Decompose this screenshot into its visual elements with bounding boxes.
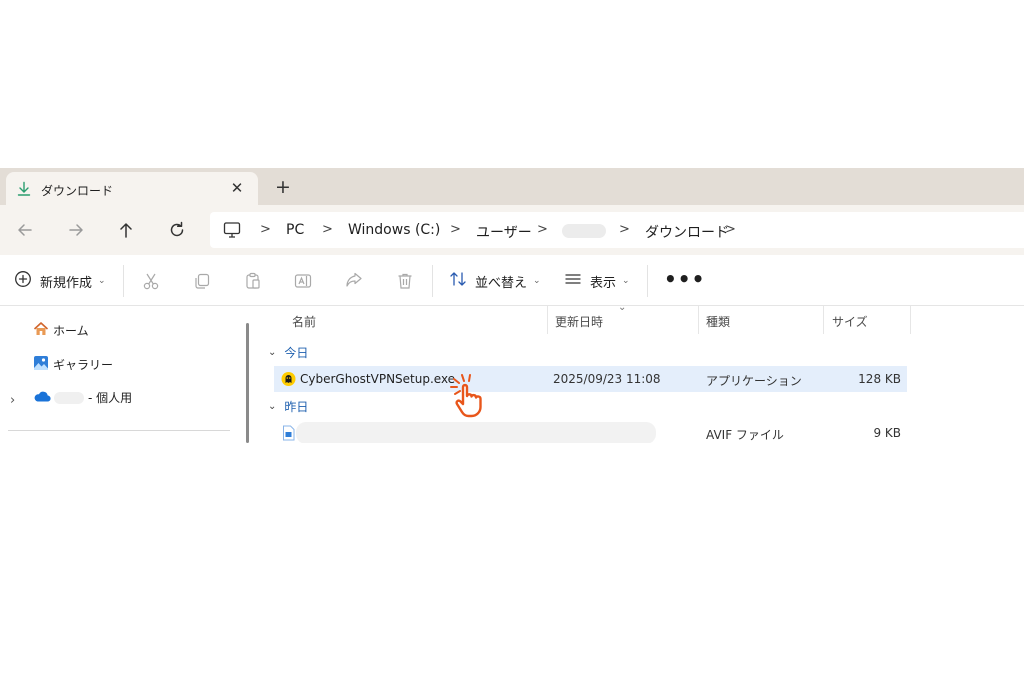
hand-pointer-icon bbox=[448, 373, 498, 419]
new-button-label: 新規作成 bbox=[40, 275, 93, 291]
chevron-down-icon: ⌄ bbox=[268, 401, 277, 412]
breadcrumb-pc[interactable]: PC bbox=[286, 222, 304, 238]
cut-icon[interactable] bbox=[141, 270, 161, 292]
chevron-down-icon: ⌄ bbox=[533, 276, 541, 286]
more-options-icon[interactable]: ••• bbox=[664, 269, 705, 289]
column-divider[interactable] bbox=[547, 306, 548, 334]
breadcrumb-separator: > bbox=[260, 222, 271, 237]
toolbar-divider bbox=[647, 265, 648, 297]
sidebar-item-label: ギャラリー bbox=[53, 358, 114, 372]
column-divider[interactable] bbox=[823, 306, 824, 334]
up-arrow-icon[interactable] bbox=[115, 219, 137, 241]
column-divider[interactable] bbox=[910, 306, 911, 334]
forward-arrow-icon[interactable] bbox=[65, 219, 87, 241]
home-icon bbox=[33, 321, 49, 340]
back-arrow-icon[interactable] bbox=[14, 219, 36, 241]
breadcrumb-drive[interactable]: Windows (C:) bbox=[348, 222, 440, 238]
paste-icon[interactable] bbox=[243, 270, 263, 292]
file-size: 9 KB bbox=[873, 426, 901, 440]
new-button[interactable]: 新規作成 ⌄ bbox=[14, 270, 106, 292]
view-button[interactable]: 表示 ⌄ bbox=[564, 270, 630, 292]
add-circle-icon bbox=[14, 270, 32, 292]
group-label: 今日 bbox=[284, 346, 309, 360]
new-tab-button[interactable]: + bbox=[272, 176, 294, 198]
breadcrumb-users[interactable]: ユーザー bbox=[476, 222, 532, 242]
sidebar-item-label: - 個人用 bbox=[88, 391, 133, 405]
breadcrumb-separator: > bbox=[322, 222, 333, 237]
file-explorer-window: ダウンロード ✕ + > PC > Windows (C:) > ユーザー > … bbox=[0, 168, 1024, 443]
column-header-size[interactable]: サイズ bbox=[832, 313, 868, 330]
gallery-icon bbox=[33, 355, 49, 374]
file-row[interactable]: CyberGhostVPNSetup.exe 2025/09/23 11:08 … bbox=[274, 366, 907, 392]
redacted-account-name bbox=[54, 391, 84, 404]
address-bar[interactable]: > PC > Windows (C:) > ユーザー > > ダウンロード > bbox=[210, 212, 1024, 248]
download-icon bbox=[16, 181, 32, 197]
navigation-pane: ホーム ギャラリー › - 個人用 bbox=[0, 307, 240, 443]
breadcrumb-downloads[interactable]: ダウンロード bbox=[645, 222, 729, 242]
sidebar-item-home[interactable]: ホーム bbox=[33, 321, 89, 340]
copy-icon[interactable] bbox=[192, 270, 212, 292]
sort-button-label: 並べ替え bbox=[475, 275, 528, 291]
pane-divider bbox=[8, 430, 230, 431]
view-button-label: 表示 bbox=[590, 275, 617, 291]
redacted-username[interactable] bbox=[562, 224, 606, 238]
image-file-icon bbox=[281, 425, 296, 441]
navigation-bar: > PC > Windows (C:) > ユーザー > > ダウンロード > bbox=[0, 205, 1024, 255]
column-header-type[interactable]: 種類 bbox=[706, 313, 730, 330]
sort-button[interactable]: 並べ替え ⌄ bbox=[449, 270, 541, 292]
file-type: アプリケーション bbox=[706, 374, 802, 388]
share-icon[interactable] bbox=[344, 270, 364, 292]
tab-downloads[interactable]: ダウンロード ✕ bbox=[6, 172, 258, 207]
redacted-file-name bbox=[296, 422, 656, 443]
file-name: CyberGhostVPNSetup.exe bbox=[300, 372, 456, 386]
chevron-down-icon: ⌄ bbox=[622, 276, 630, 286]
cyberghost-app-icon bbox=[281, 371, 296, 387]
rename-icon[interactable] bbox=[293, 270, 313, 292]
sidebar-scrollbar[interactable] bbox=[246, 323, 249, 443]
sort-arrows-icon bbox=[449, 270, 467, 292]
group-header-today[interactable]: ⌄ 今日 bbox=[268, 344, 308, 361]
delete-trash-icon[interactable] bbox=[395, 270, 415, 292]
refresh-icon[interactable] bbox=[166, 219, 188, 241]
group-label: 昨日 bbox=[284, 400, 309, 414]
sidebar-item-gallery[interactable]: ギャラリー bbox=[33, 355, 113, 374]
chevron-down-icon: ⌄ bbox=[98, 276, 106, 286]
file-modified: 2025/09/23 11:08 bbox=[553, 372, 661, 386]
pc-monitor-icon bbox=[222, 220, 244, 242]
column-divider[interactable] bbox=[698, 306, 699, 334]
onedrive-cloud-icon bbox=[33, 389, 51, 406]
sort-indicator-icon: ⌄ bbox=[618, 302, 627, 313]
file-size: 128 KB bbox=[858, 372, 901, 386]
breadcrumb-separator: > bbox=[450, 222, 461, 237]
breadcrumb-separator: > bbox=[619, 222, 630, 237]
column-header-modified[interactable]: 更新日時 bbox=[555, 313, 603, 330]
tab-strip: ダウンロード ✕ + bbox=[0, 168, 1024, 207]
toolbar-divider bbox=[432, 265, 433, 297]
breadcrumb-separator: > bbox=[537, 222, 548, 237]
close-tab-icon[interactable]: ✕ bbox=[228, 179, 246, 197]
chevron-right-icon[interactable]: › bbox=[10, 393, 15, 408]
group-header-yesterday[interactable]: ⌄ 昨日 bbox=[268, 398, 308, 415]
command-bar: 新規作成 ⌄ 並べ替え ⌄ 表示 ⌄ ••• bbox=[0, 256, 1024, 306]
breadcrumb-separator[interactable]: > bbox=[725, 222, 736, 237]
view-lines-icon bbox=[564, 270, 582, 292]
column-header-name[interactable]: 名前 bbox=[292, 313, 316, 330]
toolbar-divider bbox=[123, 265, 124, 297]
tab-title: ダウンロード bbox=[41, 184, 114, 198]
file-type: AVIF ファイル bbox=[706, 428, 784, 442]
sidebar-item-label: ホーム bbox=[53, 324, 89, 338]
chevron-down-icon: ⌄ bbox=[268, 347, 277, 358]
sidebar-item-onedrive[interactable]: - 個人用 bbox=[33, 389, 132, 406]
file-row[interactable]: AVIF ファイル 9 KB bbox=[274, 420, 907, 443]
